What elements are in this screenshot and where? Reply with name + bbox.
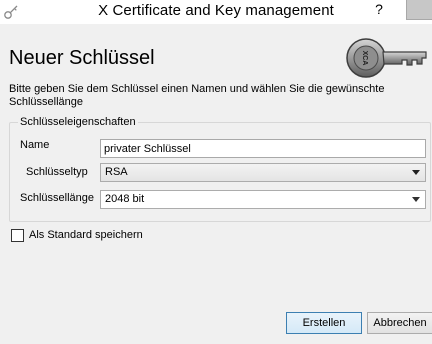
dialog-body: Neuer Schlüssel XCA Bitte geben Sie dem … (0, 24, 432, 344)
close-button[interactable] (406, 0, 432, 20)
key-type-value: RSA (105, 166, 128, 178)
help-button[interactable]: ? (368, 0, 390, 20)
key-type-label: Schlüsseltyp (26, 166, 88, 178)
key-icon: XCA (346, 38, 427, 78)
key-type-select[interactable]: RSA (100, 163, 426, 182)
cancel-button[interactable]: Abbrechen (367, 312, 432, 334)
page-title: Neuer Schlüssel (9, 47, 155, 69)
window-titlebar[interactable]: X Certificate and Key management ? (0, 0, 432, 24)
name-label: Name (20, 139, 50, 151)
description-text: Bitte geben Sie dem Schlüssel einen Name… (9, 83, 385, 108)
group-title: Schlüsseleigenschaften (18, 115, 138, 129)
name-field[interactable] (100, 139, 426, 158)
save-default-checkbox[interactable] (11, 229, 24, 242)
key-size-select[interactable]: 2048 bit (100, 190, 426, 209)
chevron-down-icon (412, 197, 420, 202)
save-default-label: Als Standard speichern (29, 229, 143, 241)
key-size-value: 2048 bit (105, 193, 145, 205)
key-size-label: Schlüssellänge (20, 192, 94, 204)
create-button[interactable]: Erstellen (286, 312, 362, 334)
key-engraving: XCA (361, 51, 368, 66)
chevron-down-icon (412, 170, 420, 175)
